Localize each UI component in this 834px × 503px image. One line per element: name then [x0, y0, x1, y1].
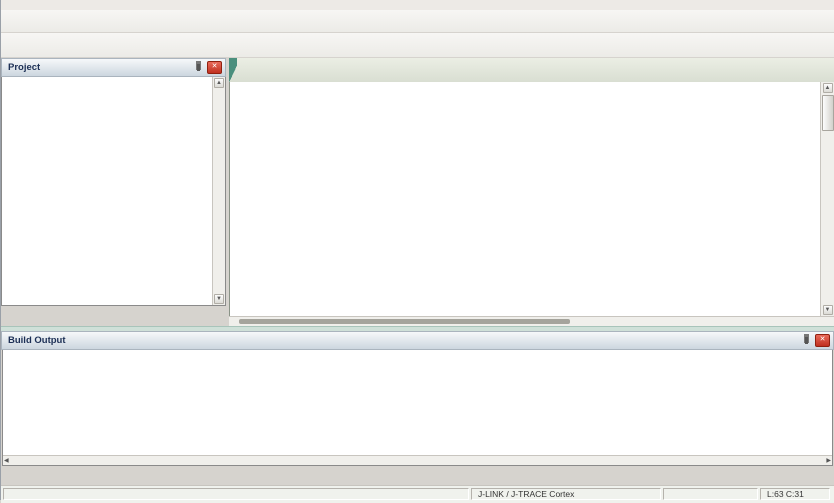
build-toolbar	[1, 33, 834, 58]
project-panel-titlebar: Project ✕	[1, 58, 226, 77]
project-tree	[2, 77, 212, 305]
status-message-cell	[3, 488, 469, 500]
debug-adapter-cell: J-LINK / J-TRACE Cortex	[471, 488, 661, 500]
build-output-panel: Build Output ✕ ◀ ▶	[1, 331, 834, 466]
project-panel: Project ✕ ▲ ▼	[1, 58, 226, 326]
editor-tabbar	[229, 58, 834, 82]
scroll-down-icon[interactable]: ▼	[214, 294, 224, 304]
bottom-panel-tabs	[1, 466, 834, 485]
file-toolbar	[1, 10, 834, 33]
project-tree-container: ▲ ▼	[1, 77, 226, 306]
editor: ▲ ▼	[229, 58, 834, 326]
code-lines[interactable]	[230, 82, 820, 316]
build-output-title: Build Output	[8, 335, 800, 346]
build-output-titlebar: Build Output ✕	[1, 331, 834, 350]
scroll-down-icon[interactable]: ▼	[823, 305, 833, 315]
scroll-up-icon[interactable]: ▲	[214, 78, 224, 88]
scrollbar-thumb[interactable]	[239, 319, 570, 324]
scrollbar-thumb[interactable]	[822, 95, 834, 131]
project-tree-scrollbar[interactable]: ▲ ▼	[212, 77, 225, 305]
console-output	[3, 350, 832, 455]
close-icon[interactable]: ✕	[815, 334, 830, 347]
close-icon[interactable]: ✕	[207, 61, 222, 74]
project-panel-title: Project	[8, 62, 192, 73]
status-spacer-cell	[663, 488, 758, 500]
main-area: Project ✕ ▲ ▼ ▲	[1, 58, 834, 326]
scroll-right-icon[interactable]: ▶	[826, 457, 831, 464]
cursor-position-cell: L:63 C:31	[760, 488, 830, 500]
code-area: ▲ ▼	[229, 82, 834, 316]
scroll-left-icon[interactable]: ◀	[4, 457, 9, 464]
menu-bar	[1, 0, 834, 10]
pin-icon[interactable]	[800, 335, 812, 346]
tabbar-wedge	[229, 58, 237, 82]
editor-horizontal-scrollbar[interactable]	[229, 316, 834, 326]
status-bar: J-LINK / J-TRACE Cortex L:63 C:31	[1, 485, 834, 503]
console-container: ◀ ▶	[2, 350, 833, 466]
scroll-up-icon[interactable]: ▲	[823, 83, 833, 93]
pin-icon[interactable]	[192, 62, 204, 73]
editor-vertical-scrollbar[interactable]: ▲ ▼	[820, 82, 834, 316]
project-panel-tabs	[1, 306, 226, 326]
console-horizontal-scrollbar[interactable]: ◀ ▶	[3, 455, 832, 465]
keil-uvision-window: Project ✕ ▲ ▼ ▲	[0, 0, 834, 500]
